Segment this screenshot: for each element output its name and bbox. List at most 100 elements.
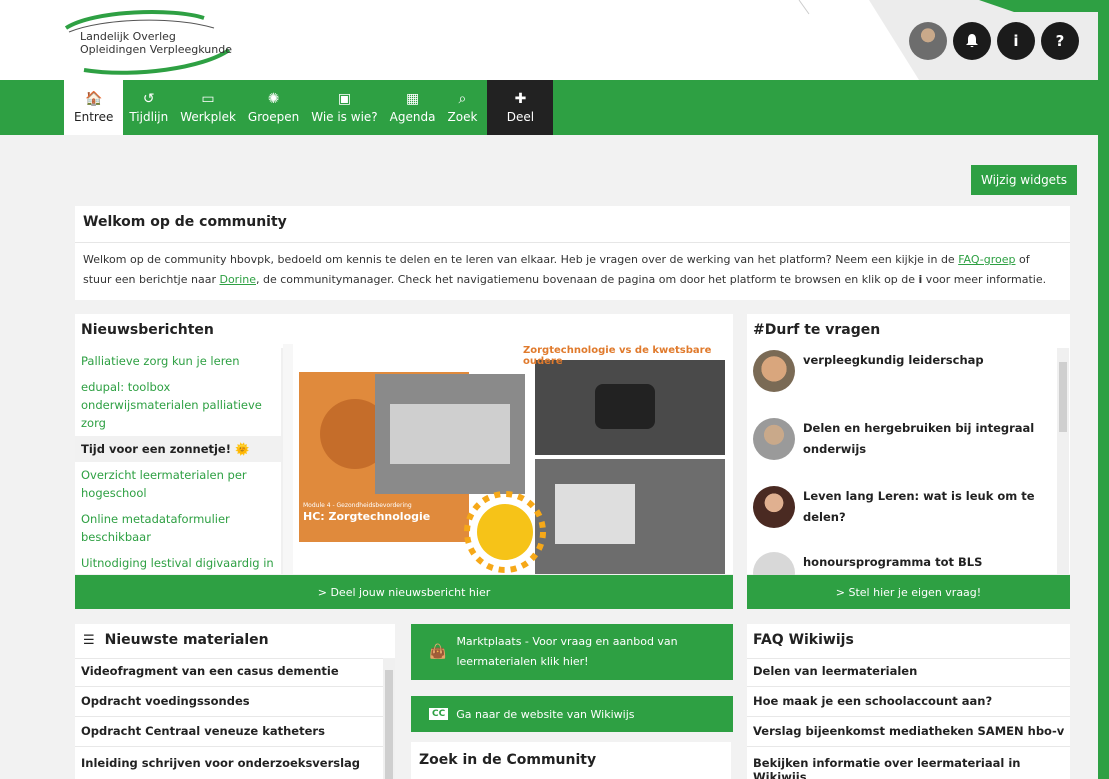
nav-label: Entree (74, 109, 114, 124)
nav-deel[interactable]: ✚ Deel (487, 80, 554, 135)
logo-line-2: Opleidingen Verpleegkunde (80, 43, 232, 56)
nav-label: Wie is wie? (311, 109, 378, 124)
monitor-icon: ▭ (201, 90, 215, 107)
wikiwijs-button[interactable]: CC Ga naar de website van Wikiwijs (411, 696, 733, 732)
material-item[interactable]: Opdracht Centraal veneuze katheters (81, 724, 325, 738)
nav-label: Agenda (389, 109, 436, 124)
material-item[interactable]: Videofragment van een casus dementie (81, 664, 339, 678)
divider (747, 686, 1070, 687)
faq-title: FAQ Wikiwijs (753, 632, 854, 648)
search-icon: ⌕ (458, 90, 467, 107)
nav-label: Werkplek (180, 109, 236, 124)
nav-zoek[interactable]: ⌕ Zoek (441, 80, 483, 135)
materials-panel: ☰ Nieuwste materialen Videofragment van e… (75, 624, 395, 779)
welcome-title: Welkom op de community (83, 214, 287, 230)
news-item[interactable]: Palliatieve zorg kun je leren (75, 348, 282, 374)
news-item[interactable]: Uitnodiging lestival digivaardig in de (75, 550, 282, 574)
divider (75, 686, 383, 687)
materials-title: Nieuwste materialen (104, 632, 269, 648)
welcome-text: Welkom op de community hbovpk, bedoeld o… (83, 250, 1058, 290)
materials-scrollbar[interactable] (383, 658, 395, 779)
material-item[interactable]: Opdracht voedingssondes (81, 694, 250, 708)
plus-icon: ✚ (514, 90, 527, 107)
news-image-collage (295, 344, 725, 574)
news-image-caption: HC: Zorgtechnologie (303, 510, 431, 523)
home-icon: 🏠 (84, 90, 103, 107)
news-image[interactable]: Zorgtechnologie vs de kwetsbare oudere M… (295, 344, 725, 574)
nav-label: Groepen (247, 109, 300, 124)
nav-entree[interactable]: 🏠 Entree (64, 80, 124, 135)
material-item[interactable]: Inleiding schrijven voor onderzoeksversl… (81, 756, 360, 770)
faq-group-link[interactable]: FAQ-groep (958, 253, 1015, 266)
welcome-text-3: , de communitymanager. Check het navigat… (256, 273, 919, 286)
divider (75, 658, 383, 659)
news-image-caption-small: Module 4 - Gezondheidsbevordering (303, 502, 412, 509)
question-item[interactable]: verpleegkundig leiderschap (753, 350, 1053, 392)
news-item[interactable]: Online metadataformulier beschikbaar (75, 506, 282, 550)
ask-question-button[interactable]: > Stel hier je eigen vraag! (747, 575, 1070, 609)
header-icons: i ? (909, 22, 1079, 60)
edit-widgets-button[interactable]: Wijzig widgets (971, 165, 1077, 195)
avatar (753, 418, 795, 460)
nav-tijdlijn[interactable]: ↺ Tijdlijn (123, 80, 174, 135)
user-avatar[interactable] (909, 22, 947, 60)
news-item-selected[interactable]: Tijd voor een zonnetje! 🌞 (75, 436, 282, 462)
news-image-scrollbar[interactable] (283, 344, 293, 574)
durf-title: #Durf te vragen (753, 322, 881, 338)
question-title: Delen en hergebruiken bij integraal onde… (803, 421, 1035, 456)
question-title: verpleegkundig leiderschap (803, 353, 984, 367)
nav-label: Zoek (447, 109, 478, 124)
shopping-bag-icon: 👜 (429, 644, 447, 660)
faq-item[interactable]: Bekijken informatie over leermateriaal i… (753, 756, 1070, 779)
news-panel: Nieuwsberichten Palliatieve zorg kun je … (75, 314, 733, 574)
faq-panel: FAQ Wikiwijs Delen van leermaterialen Ho… (747, 624, 1070, 779)
divider (747, 658, 1070, 659)
nav-groepen[interactable]: ✺ Groepen (242, 80, 305, 135)
divider (75, 746, 383, 747)
search-community-title: Zoek in de Community (419, 752, 597, 768)
avatar (753, 486, 795, 528)
nav-wie-is-wie[interactable]: ▣ Wie is wie? (305, 80, 383, 135)
welcome-panel: Welkom op de community Welkom op de comm… (75, 206, 1070, 300)
faq-item[interactable]: Hoe maak je een schoolaccount aan? (753, 694, 992, 708)
nav-label: Tijdlijn (129, 109, 169, 124)
welcome-text-4: voor meer informatie. (922, 273, 1047, 286)
bell-icon[interactable] (953, 22, 991, 60)
divider (747, 746, 1070, 747)
rss-icon: ☰ (83, 633, 95, 648)
help-icon[interactable]: ? (1041, 22, 1079, 60)
site-logo[interactable]: Landelijk Overleg Opleidingen Verpleegku… (64, 8, 234, 76)
question-item[interactable]: Delen en hergebruiken bij integraal onde… (753, 418, 1053, 460)
news-item[interactable]: Overzicht leermaterialen per hogeschool (75, 462, 282, 506)
faq-item[interactable]: Delen van leermaterialen (753, 664, 917, 678)
question-item[interactable]: Leven lang Leren: wat is leuk om te dele… (753, 486, 1053, 528)
materials-title-row: ☰ Nieuwste materialen (83, 632, 269, 648)
groups-icon: ✺ (267, 90, 280, 107)
durf-scrollbar[interactable] (1057, 348, 1069, 574)
dorine-link[interactable]: Dorine (219, 273, 256, 286)
nav-werkplek[interactable]: ▭ Werkplek (174, 80, 242, 135)
share-news-button[interactable]: > Deel jouw nieuwsbericht hier (75, 575, 733, 609)
avatar (753, 350, 795, 392)
wikiwijs-label: Ga naar de website van Wikiwijs (456, 707, 635, 721)
info-icon[interactable]: i (997, 22, 1035, 60)
news-item[interactable]: edupal: toolbox onderwijsmaterialen pall… (75, 374, 282, 436)
calendar-icon: ▦ (405, 90, 420, 107)
creative-commons-icon: CC (429, 708, 449, 720)
site-header: Landelijk Overleg Opleidingen Verpleegku… (0, 0, 1109, 80)
divider (747, 716, 1070, 717)
main-nav: 🏠 Entree ↺ Tijdlijn ▭ Werkplek ✺ Groepen… (0, 80, 1098, 135)
news-image-title: Zorgtechnologie vs de kwetsbare oudere (523, 345, 712, 367)
news-title: Nieuwsberichten (81, 322, 214, 338)
nav-agenda[interactable]: ▦ Agenda (384, 80, 442, 135)
logo-line-1: Landelijk Overleg (80, 30, 176, 43)
news-list: Palliatieve zorg kun je leren edupal: to… (75, 348, 282, 574)
welcome-text-1: Welkom op de community hbovpk, bedoeld o… (83, 253, 959, 266)
marktplaats-label: Marktplaats - Voor vraag en aanbod van l… (456, 635, 678, 668)
right-accent-stripe (1098, 0, 1109, 779)
marktplaats-button[interactable]: 👜 Marktplaats - Voor vraag en aanbod van… (411, 624, 733, 680)
faq-item[interactable]: Verslag bijeenkomst mediatheken SAMEN hb… (753, 724, 1064, 738)
question-title: Leven lang Leren: wat is leuk om te dele… (803, 489, 1035, 524)
durf-te-vragen-panel: #Durf te vragen verpleegkundig leidersch… (747, 314, 1070, 594)
divider (75, 716, 383, 717)
